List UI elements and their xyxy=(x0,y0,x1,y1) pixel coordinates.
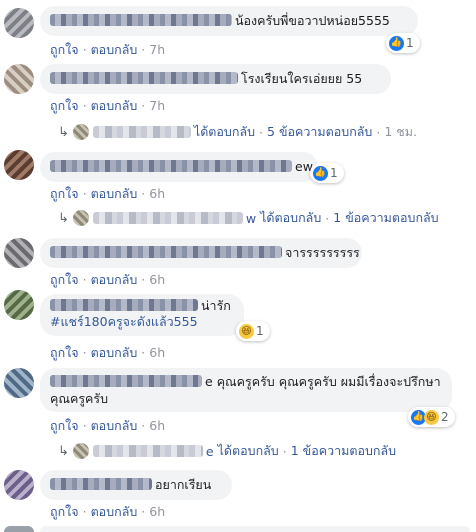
commenter-name-redacted[interactable] xyxy=(50,72,238,84)
commenter-name-redacted[interactable] xyxy=(50,160,292,172)
timestamp[interactable]: 6h xyxy=(149,186,165,201)
comment-actions: ถูกใจ · ตอบกลับ · 6h xyxy=(50,186,166,201)
like-reaction-icon: 👍 xyxy=(389,35,404,51)
comment-text: จารรรรรรรรร xyxy=(285,245,360,260)
like-reaction-icon: 👍 xyxy=(313,165,328,181)
avatar[interactable] xyxy=(4,64,34,94)
comment-actions: ถูกใจ · ตอบกลับ · 6h xyxy=(50,272,166,287)
comment-actions: ถูกใจ · ตอบกลับ · 6h xyxy=(50,345,166,360)
commenter-name-redacted[interactable] xyxy=(50,375,202,387)
timestamp[interactable]: 6h xyxy=(149,272,165,287)
timestamp[interactable]: 7h xyxy=(149,42,165,57)
comment-bubble: น้องครับพี่ขอวาปหน่อย5555 xyxy=(40,6,418,36)
comment-actions: ถูกใจ · ตอบกลับ · 7h xyxy=(50,98,166,113)
reply-arrow-icon: ↳ xyxy=(58,443,69,459)
like-link[interactable]: ถูกใจ xyxy=(50,186,79,201)
reaction-summary[interactable]: 👍 1 xyxy=(310,163,344,183)
haha-reaction-icon: 😆 xyxy=(239,323,254,339)
reply-avatar xyxy=(72,124,89,140)
avatar[interactable] xyxy=(4,290,34,320)
hashtag-link[interactable]: #แชร์180ครูจะดังแล้ว555 xyxy=(50,314,234,330)
reply-link[interactable]: ตอบกลับ xyxy=(91,504,138,519)
reply-link[interactable]: ตอบกลับ xyxy=(91,418,138,433)
reply-arrow-icon: ↳ xyxy=(58,124,69,140)
reply-link[interactable]: ตอบกลับ xyxy=(91,98,138,113)
comment-bubble: น่ารัก #แชร์180ครูจะดังแล้ว555 xyxy=(40,294,244,336)
comment-bubble: e คุณครูครับ คุณครูครับ ผมมีเรื่องจะปรึก… xyxy=(40,368,452,412)
like-link[interactable]: ถูกใจ xyxy=(50,418,79,433)
avatar[interactable] xyxy=(4,150,34,180)
reaction-summary[interactable]: 👍 😆 2 xyxy=(408,407,455,427)
timestamp[interactable]: 6h xyxy=(149,418,165,433)
reply-avatar xyxy=(72,443,89,459)
timestamp[interactable]: 7h xyxy=(149,98,165,113)
view-replies-link[interactable]: ↳ e ได้ตอบกลับ · 1 ข้อความตอบกลับ xyxy=(58,441,396,461)
replier-name-redacted xyxy=(92,126,191,138)
comment-bubble: โรงเรียนใครเอ่ยยย 55 xyxy=(40,64,391,94)
comment-text: น้องครับพี่ขอวาปหน่อย5555 xyxy=(235,13,390,28)
reply-link[interactable]: ตอบกลับ xyxy=(91,345,138,360)
comment-text: อยากเรียน xyxy=(155,477,212,492)
reply-avatar xyxy=(72,210,89,226)
reaction-count: 1 xyxy=(256,324,264,338)
comment-text: น่ารัก xyxy=(201,298,231,313)
commenter-name-redacted[interactable] xyxy=(50,14,232,26)
reaction-count: 2 xyxy=(441,410,449,424)
replier-name-redacted xyxy=(92,212,243,224)
commenter-name-redacted[interactable] xyxy=(50,299,198,311)
comment-actions: ถูกใจ · ตอบกลับ · 6h xyxy=(50,418,166,433)
haha-reaction-icon: 😆 xyxy=(424,409,439,425)
comment-text: โรงเรียนใครเอ่ยยย 55 xyxy=(241,71,363,86)
like-link[interactable]: ถูกใจ xyxy=(50,98,79,113)
replier-name-redacted xyxy=(92,445,203,457)
reply-link[interactable]: ตอบกลับ xyxy=(91,42,138,57)
avatar[interactable] xyxy=(4,8,34,38)
avatar[interactable] xyxy=(4,368,34,398)
view-replies-link[interactable]: ↳ w ได้ตอบกลับ · 1 ข้อความตอบกลับ xyxy=(58,208,439,228)
timestamp[interactable]: 6h xyxy=(149,504,165,519)
avatar[interactable] xyxy=(4,238,34,268)
reaction-count: 1 xyxy=(406,36,414,50)
like-link[interactable]: ถูกใจ xyxy=(50,272,79,287)
reply-link[interactable]: ตอบกลับ xyxy=(91,272,138,287)
commenter-name-redacted[interactable] xyxy=(50,478,152,490)
view-replies-link[interactable]: ↳ ได้ตอบกลับ · 5 ข้อความตอบกลับ · 1 ชม. xyxy=(58,122,417,142)
comment-bubble-partial xyxy=(40,526,470,532)
reply-link[interactable]: ตอบกลับ xyxy=(91,186,138,201)
comment-bubble: จารรรรรรรรร xyxy=(40,238,362,268)
comment-actions: ถูกใจ · ตอบกลับ · 6h xyxy=(50,504,166,519)
comment-bubble: ew xyxy=(40,152,318,182)
avatar[interactable] xyxy=(4,470,34,500)
like-link[interactable]: ถูกใจ xyxy=(50,345,79,360)
timestamp[interactable]: 6h xyxy=(149,345,165,360)
like-link[interactable]: ถูกใจ xyxy=(50,42,79,57)
reaction-summary[interactable]: 😆 1 xyxy=(236,321,270,341)
reply-arrow-icon: ↳ xyxy=(58,210,69,226)
like-link[interactable]: ถูกใจ xyxy=(50,504,79,519)
commenter-name-redacted[interactable] xyxy=(50,246,282,258)
reaction-summary[interactable]: 👍 1 xyxy=(386,33,420,53)
comment-actions: ถูกใจ · ตอบกลับ · 7h xyxy=(50,42,166,57)
avatar-partial xyxy=(4,526,34,532)
reaction-count: 1 xyxy=(330,166,338,180)
comment-bubble: อยากเรียน xyxy=(40,470,232,500)
